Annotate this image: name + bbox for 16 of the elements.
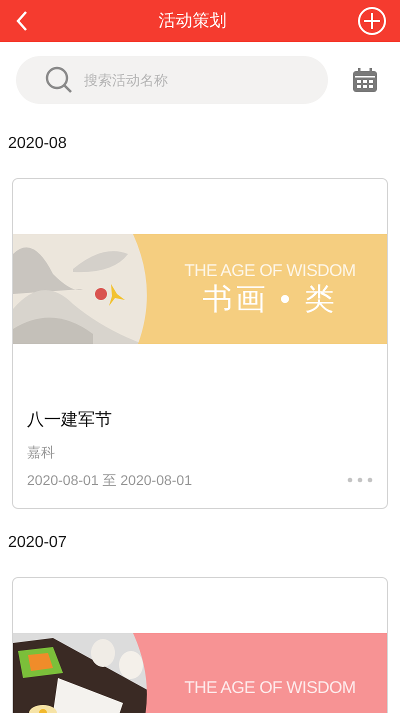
month-heading: 2020-08 [7,134,68,154]
organizer-text: 嘉科 [27,443,56,462]
month-heading: 2020-07 [7,533,68,553]
activity-card[interactable]: THE AGE OF WISDOM 书画 • 类 八一建军节 嘉科 2020-08-01 至 2020-08-01 [12,178,388,509]
banner-subtitle: THE AGE OF WISDOM [184,677,356,699]
search-icon [44,65,74,95]
banner-subtitle: THE AGE OF WISDOM [184,260,356,281]
date-range: 2020-08-01 至 2020-08-01 [27,471,192,490]
activity-title: 八一建军节 [27,409,113,431]
back-icon[interactable] [16,10,28,32]
calendar-icon[interactable] [352,67,378,93]
search-input[interactable]: 搜索活动名称 [84,70,284,90]
page-title: 活动策划 [158,10,226,32]
search-bar[interactable]: 搜索活动名称 [16,56,328,104]
add-icon[interactable] [357,6,387,36]
banner-title: 书画 • 类 [202,282,338,318]
